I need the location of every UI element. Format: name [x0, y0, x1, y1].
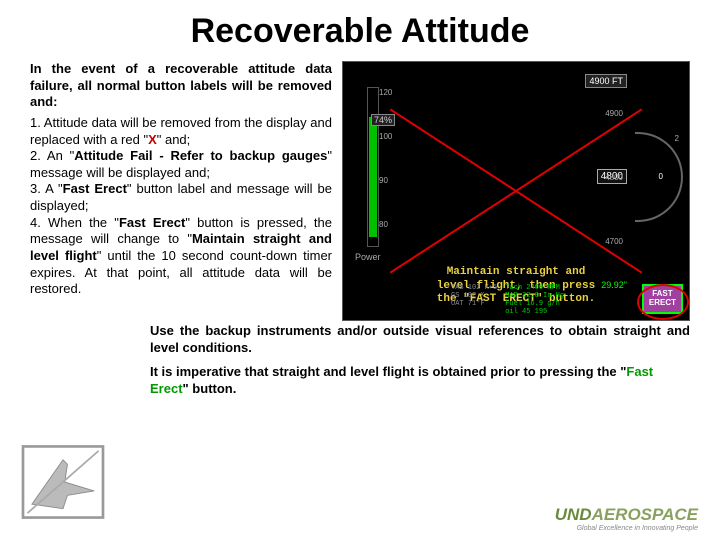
- text-column: In the event of a recoverable attitude d…: [30, 61, 332, 321]
- red-x-text: X: [148, 132, 157, 147]
- attitude-fail-text: Attitude Fail - Refer to backup gauges: [74, 148, 327, 163]
- alt-ticks: 4900 4800 4700: [605, 98, 623, 258]
- t: It is imperative that straight and level…: [150, 364, 626, 379]
- list-item-1: 1. Attitude data will be removed from th…: [30, 115, 332, 148]
- footer-note-1: Use the backup instruments and/or outsid…: [30, 323, 690, 356]
- instr-line: Maintain straight and: [343, 266, 689, 279]
- vsi-zero: 0: [659, 172, 663, 181]
- t: 3. A ": [30, 181, 63, 196]
- eng-right: Tach 2400 RPM MAP 32.0 In-Hg Fuel 16.9 g…: [505, 284, 564, 316]
- t: " button.: [183, 381, 237, 396]
- aircraft-logo: [18, 442, 108, 522]
- logo-tagline: Global Excellence in Innovating People: [555, 525, 698, 532]
- t: 4. When the ": [30, 215, 119, 230]
- footer-note-2: It is imperative that straight and level…: [30, 364, 690, 397]
- und-aerospace-logo: UNDAEROSPACE Global Excellence in Innova…: [555, 505, 698, 532]
- intro-text: In the event of a recoverable attitude d…: [30, 61, 332, 111]
- power-ticks: 120 100 90 80: [379, 82, 392, 236]
- pfd-column: 74% Power 120 100 90 80 4900 FT 4800 490…: [342, 61, 690, 321]
- alt-selected: 4900 FT: [585, 74, 627, 88]
- fast-erect-text2: Fast Erect: [119, 215, 185, 230]
- logo-aero: AEROSPACE: [592, 505, 698, 524]
- page-title: Recoverable Attitude: [30, 12, 690, 51]
- list-item-4: 4. When the "Fast Erect" button is press…: [30, 215, 332, 298]
- t: 2. An ": [30, 148, 74, 163]
- list-item-3: 3. A "Fast Erect" button label and messa…: [30, 181, 332, 214]
- power-label: Power: [355, 252, 381, 262]
- pfd-display: 74% Power 120 100 90 80 4900 FT 4800 490…: [342, 61, 690, 321]
- logo-und: UND: [555, 505, 592, 524]
- fast-erect-text: Fast Erect: [63, 181, 127, 196]
- vsi-tick: 2: [675, 134, 679, 143]
- altitude-tape: 4900 FT 4800 4900 4800 4700: [583, 74, 627, 274]
- content-row: In the event of a recoverable attitude d…: [30, 61, 690, 321]
- eng-left: TAS 102 K+5 GS 102 K OAT 71°F: [451, 284, 497, 316]
- list-item-2: 2. An "Attitude Fail - Refer to backup g…: [30, 148, 332, 181]
- t: " and;: [157, 132, 191, 147]
- engine-data: TAS 102 K+5 GS 102 K OAT 71°F Tach 2400 …: [451, 284, 581, 316]
- power-bar: [369, 117, 377, 237]
- highlight-ring: [637, 284, 689, 320]
